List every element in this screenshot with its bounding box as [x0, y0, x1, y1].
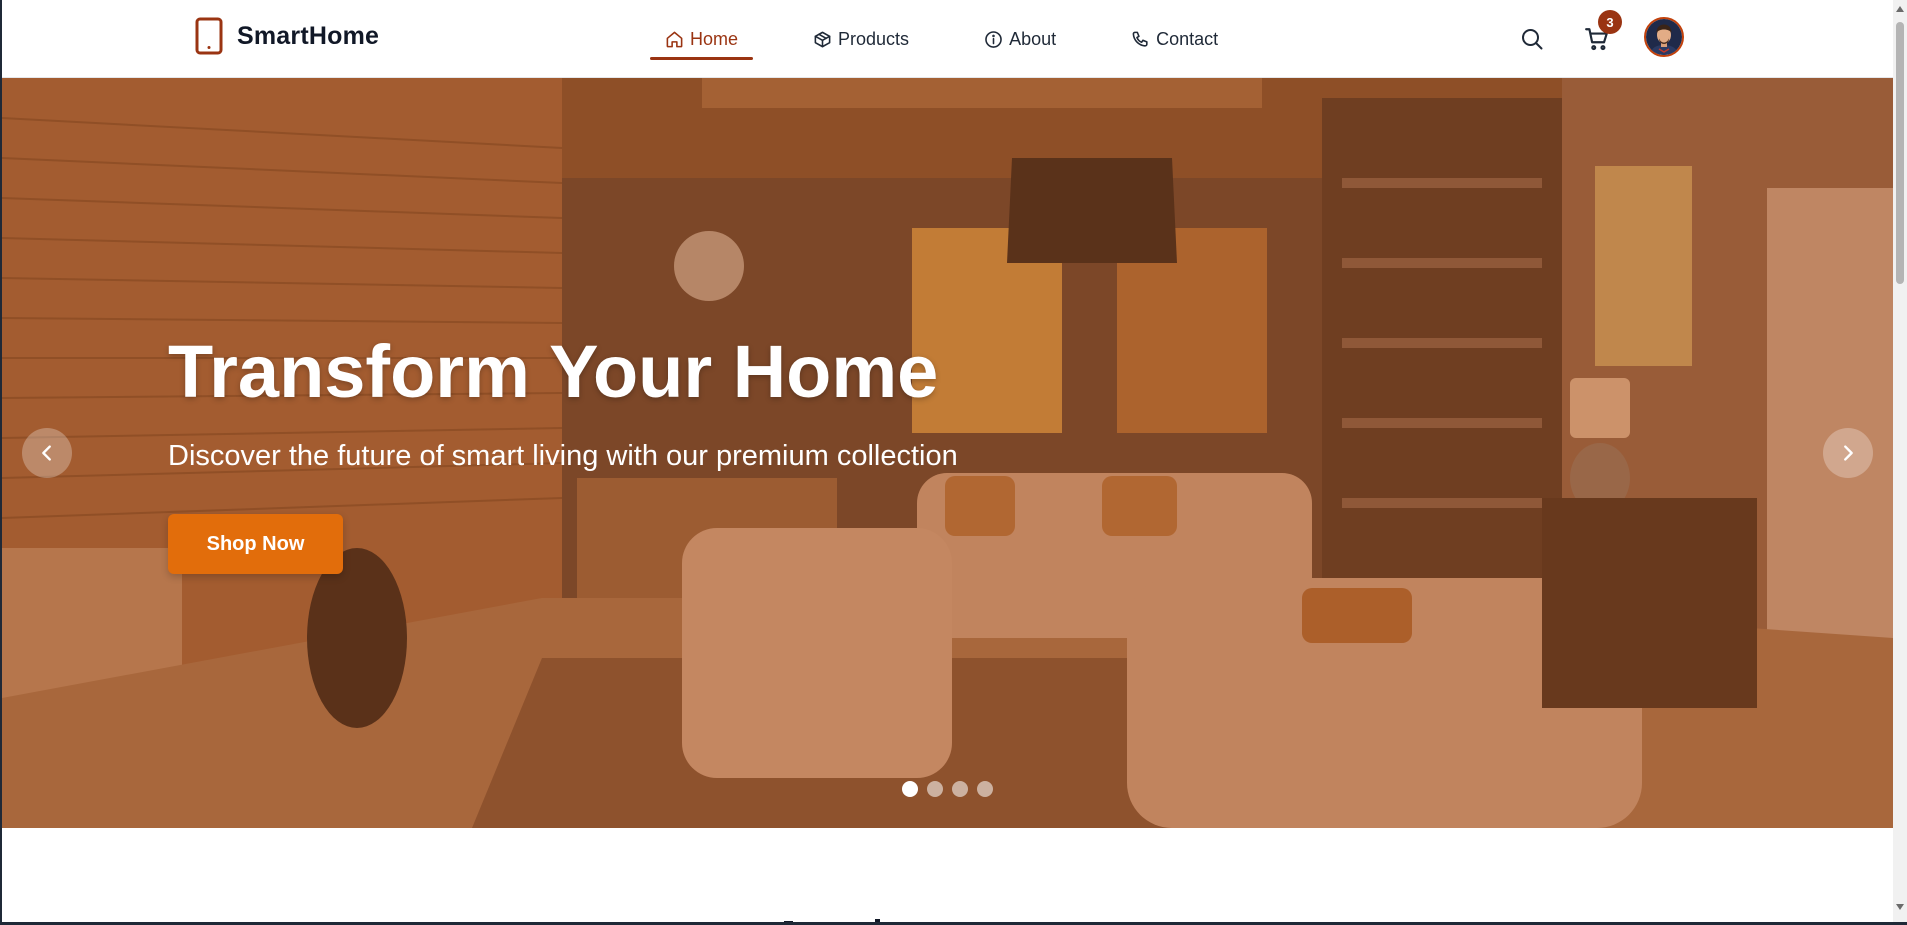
- nav-item-home[interactable]: Home: [650, 0, 754, 78]
- main-nav: Home Products About Contact: [650, 0, 1278, 78]
- hero-subtitle: Discover the future of smart living with…: [168, 440, 958, 472]
- carousel-prev-button[interactable]: [22, 428, 72, 478]
- search-button[interactable]: [1515, 22, 1549, 56]
- hero-title: Transform Your Home: [168, 330, 939, 413]
- window-frame-left: [0, 0, 2, 925]
- carousel-dot-3[interactable]: [952, 781, 968, 797]
- user-avatar[interactable]: [1644, 17, 1684, 57]
- brand-name: SmartHome: [237, 21, 380, 50]
- scroll-down-arrow[interactable]: [1896, 904, 1904, 910]
- tablet-icon: [195, 17, 223, 55]
- nav-label-home: Home: [690, 28, 739, 49]
- nav-label-about: About: [1009, 28, 1057, 49]
- scrollbar-thumb[interactable]: [1896, 22, 1904, 284]
- nav-item-products[interactable]: Products: [798, 0, 924, 78]
- nav-item-contact[interactable]: Contact: [1116, 0, 1233, 78]
- phone-icon: [1132, 31, 1148, 47]
- site-header: SmartHome Home Products About Contact 3: [2, 0, 1893, 78]
- page: SmartHome Home Products About Contact 3 …: [0, 0, 1907, 925]
- carousel-next-button[interactable]: [1823, 428, 1873, 478]
- nav-label-contact: Contact: [1156, 28, 1219, 49]
- scroll-up-arrow[interactable]: [1896, 6, 1904, 12]
- info-icon: [985, 30, 1002, 48]
- hero-carousel: Transform Your Home Discover the future …: [2, 78, 1893, 828]
- nav-item-about[interactable]: About: [969, 0, 1071, 78]
- chevron-right-icon: [1844, 445, 1853, 461]
- carousel-dot-1[interactable]: [902, 781, 918, 797]
- shop-now-button[interactable]: Shop Now: [168, 514, 343, 574]
- home-icon: [666, 31, 683, 47]
- nav-label-products: Products: [838, 28, 910, 49]
- search-icon: [1522, 29, 1543, 50]
- page-scrollbar[interactable]: [1893, 0, 1907, 922]
- chevron-left-icon: [42, 445, 51, 461]
- cart-count-badge: 3: [1598, 10, 1622, 34]
- brand-logo[interactable]: SmartHome: [195, 17, 379, 55]
- carousel-dot-2[interactable]: [927, 781, 943, 797]
- box-icon: [814, 31, 831, 47]
- avatar-image: [1646, 19, 1682, 55]
- carousel-dot-4[interactable]: [977, 781, 993, 797]
- carousel-indicators: [902, 781, 993, 797]
